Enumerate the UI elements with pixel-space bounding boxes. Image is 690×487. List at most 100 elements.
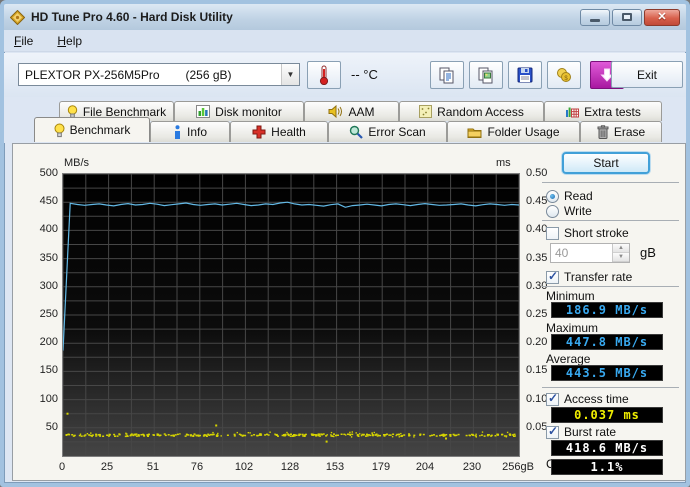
spinner-up-icon[interactable]: ▲ [613,244,629,253]
tab-aam[interactable]: AAM [304,101,399,121]
y-left-tick: 200 [39,336,58,348]
drive-select-dropdown[interactable]: PLEXTOR PX-256M5Pro (256 gB) ▼ [18,63,300,86]
minimum-label: Minimum [546,289,595,303]
spinner-down-icon[interactable]: ▼ [613,253,629,262]
save-icon [517,67,533,83]
transfer-rate-row[interactable]: Transfer rate [546,269,633,284]
temperature-button[interactable] [307,61,341,89]
minimize-button[interactable] [580,8,610,26]
tab-label: Folder Usage [487,125,560,139]
read-radio-row[interactable]: Read [546,189,593,203]
write-radio-row[interactable]: Write [546,204,592,218]
tab-label: Disk monitor [215,104,282,119]
average-label: Average [546,352,591,366]
y-left-tick: 350 [39,252,58,264]
trash-icon [597,125,609,139]
donate-button[interactable]: $ [547,61,581,89]
chart-canvas [63,174,519,456]
x-axis-tick: 102 [234,461,254,473]
x-axis-tick: 179 [371,461,391,473]
folder-icon [467,128,482,138]
tab-label: Error Scan [368,125,426,139]
benchmark-icon [54,123,65,137]
y-left-tick: 300 [39,280,58,292]
random-access-icon [419,105,433,118]
tab-random-access[interactable]: Random Access [399,101,544,121]
transfer-rate-label: Transfer rate [564,270,633,284]
tab-erase[interactable]: Erase [580,121,662,142]
benchmark-page: MB/s ms 500 450 400 350 300 250 200 150 100 50 0.5… [12,143,686,481]
short-stroke-label: Short stroke [564,226,629,240]
spinner-buttons[interactable]: ▲ ▼ [612,244,629,262]
magnifier-icon [350,125,364,139]
access-time-checkbox[interactable] [546,391,559,406]
tab-extra-tests[interactable]: Extra tests [544,101,662,121]
speaker-icon [328,105,343,118]
coins-icon: $ [557,68,571,82]
health-cross-icon [252,125,266,139]
extra-tests-icon [566,107,580,118]
y-left-axis-unit: MB/s [64,157,90,169]
y-left-tick: 100 [39,393,58,405]
maximize-button[interactable] [612,8,642,26]
capacity-input[interactable] [551,245,603,261]
save-button[interactable] [508,61,542,89]
y-right-axis-unit: ms [496,157,511,169]
read-radio[interactable] [546,189,559,203]
copy-text-button[interactable] [430,61,464,89]
read-label: Read [564,189,593,203]
menu-help[interactable]: Help [57,32,92,50]
y-left-tick: 250 [39,308,58,320]
tab-disk-monitor[interactable]: Disk monitor [174,101,304,121]
capacity-spinner[interactable]: ▲ ▼ [550,243,630,263]
separator [542,220,679,221]
start-button[interactable]: Start [562,152,650,174]
x-axis-tick: 204 [415,461,435,473]
menu-file[interactable]: File [14,32,43,50]
chevron-down-icon: ▼ [281,64,299,85]
burst-rate-checkbox[interactable] [546,424,559,439]
tab-health[interactable]: Health [230,121,328,142]
tab-info[interactable]: Info [150,121,230,142]
title-bar: HD Tune Pro 4.60 - Hard Disk Utility ✕ [4,4,686,30]
short-stroke-checkbox[interactable] [546,226,559,240]
toolbar: PLEXTOR PX-256M5Pro (256 gB) ▼ -- °C $ E… [4,53,686,97]
y-left-tick: 150 [39,364,58,376]
short-stroke-row[interactable]: Short stroke [546,226,629,240]
tab-label: Erase [613,125,646,139]
copy-image-icon [478,67,493,84]
separator [542,182,679,183]
tab-label: Random Access [437,104,524,119]
app-icon [10,9,25,25]
access-time-row[interactable]: Access time [546,391,629,406]
write-label: Write [564,204,592,218]
tab-label: Extra tests [584,104,641,119]
transfer-rate-checkbox[interactable] [546,269,559,284]
maximize-icon [622,13,632,21]
x-axis-tick: 51 [146,461,160,473]
benchmark-panel: Start Read Write Short stroke ▲ ▼ [540,144,686,482]
close-button[interactable]: ✕ [644,8,680,26]
x-axis-tick: 25 [100,461,114,473]
y-left-tick: 400 [39,223,58,235]
maximum-label: Maximum [546,321,599,335]
tab-strip: File Benchmark Disk monitor AAM Random A… [4,97,686,143]
copy-image-button[interactable] [469,61,503,89]
tab-label: AAM [348,104,375,119]
drive-capacity: (256 gB) [185,67,232,82]
burst-rate-row[interactable]: Burst rate [546,424,616,439]
info-icon [174,125,180,139]
tab-label: Health [271,125,306,139]
exit-button[interactable]: Exit [611,61,683,88]
burst-rate-value: 418.6 MB/s [551,440,663,456]
app-window: HD Tune Pro 4.60 - Hard Disk Utility ✕ F… [0,0,690,487]
tab-error-scan[interactable]: Error Scan [328,121,447,142]
thermometer-icon [319,65,329,85]
capacity-unit: gB [640,245,656,260]
benchmark-chart [62,173,520,457]
tab-folder-usage[interactable]: Folder Usage [447,121,580,142]
tab-benchmark[interactable]: Benchmark [34,117,150,142]
y-left-tick: 450 [39,195,58,207]
copy-text-icon [439,67,454,84]
write-radio[interactable] [546,204,559,218]
